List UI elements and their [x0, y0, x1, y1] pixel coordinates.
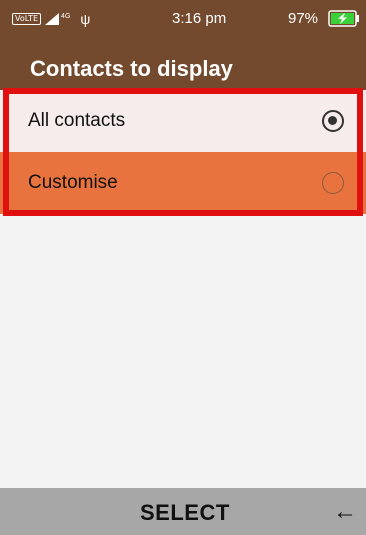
battery-charging-icon: [328, 10, 359, 27]
battery-percent: 97%: [288, 10, 319, 27]
status-bar: VoLTE 4G ψ 3:16 pm 97%: [0, 0, 366, 38]
option-customise[interactable]: Customise: [0, 152, 366, 214]
signal-icon: [45, 13, 60, 25]
empty-content-area: [0, 216, 366, 488]
select-softkey[interactable]: SELECT: [140, 500, 230, 526]
usb-icon: ψ: [80, 11, 91, 27]
app-header: VoLTE 4G ψ 3:16 pm 97% Contacts to displ…: [0, 0, 366, 90]
status-left: VoLTE 4G ψ: [12, 11, 90, 27]
softkey-bar: SELECT ←: [0, 488, 366, 535]
network-type: 4G: [61, 12, 71, 20]
radio-unchecked-icon[interactable]: [322, 172, 344, 194]
back-arrow-icon[interactable]: ←: [333, 498, 357, 526]
option-label: Customise: [28, 172, 118, 193]
options-list: All contacts Customise: [0, 90, 366, 214]
option-all-contacts[interactable]: All contacts: [0, 90, 366, 152]
page-title: Contacts to display: [30, 56, 233, 81]
status-time: 3:16 pm: [172, 10, 227, 27]
volte-indicator: VoLTE: [12, 13, 42, 25]
option-label: All contacts: [28, 110, 126, 131]
radio-checked-icon[interactable]: [322, 110, 344, 132]
